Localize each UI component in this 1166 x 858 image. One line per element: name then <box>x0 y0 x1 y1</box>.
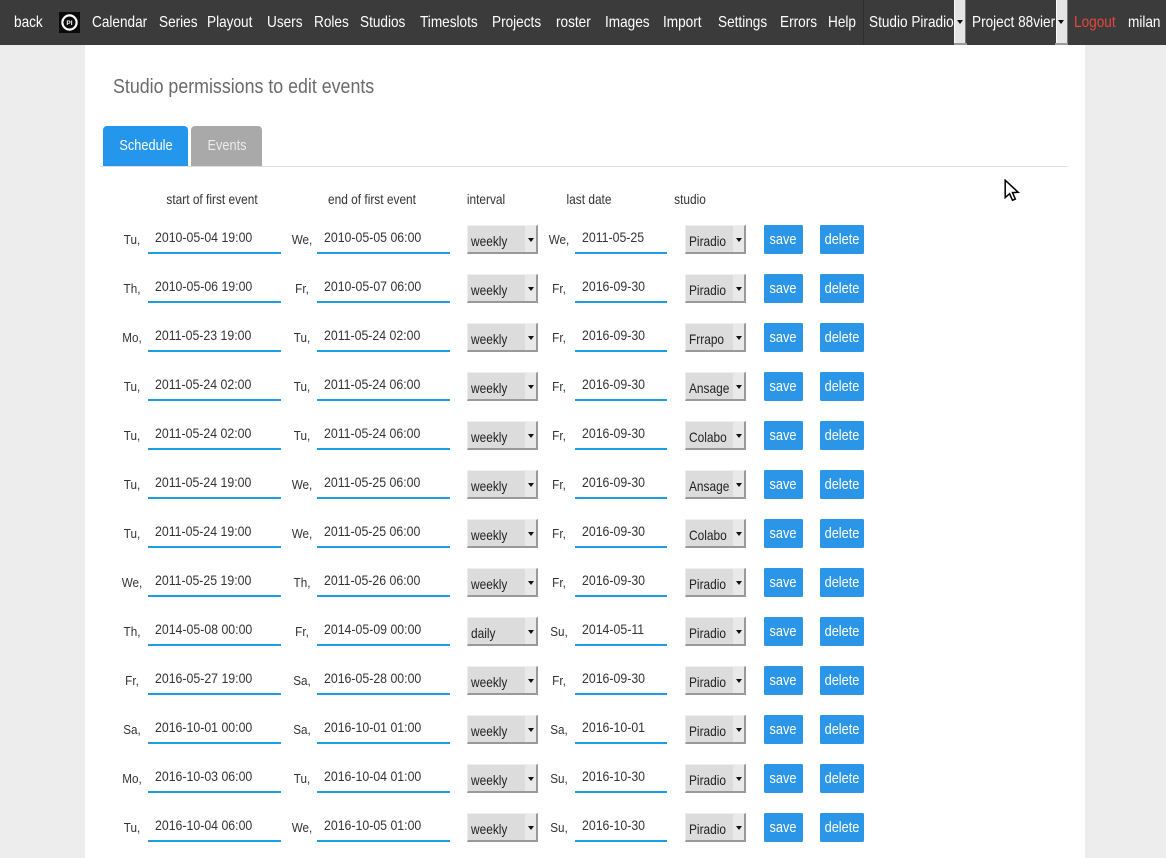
svg-text:PI: PI <box>66 20 72 27</box>
